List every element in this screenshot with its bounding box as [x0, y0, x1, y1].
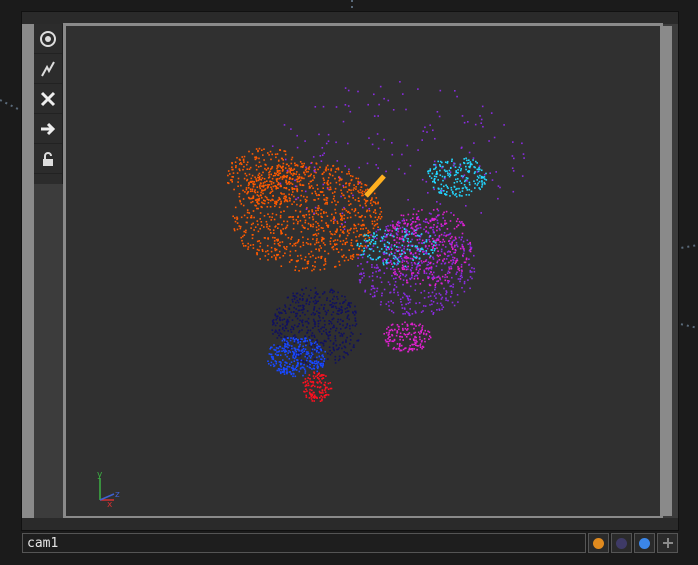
camera-node-panel[interactable]: y x z	[22, 12, 678, 530]
node-flags	[588, 533, 678, 553]
output-connector[interactable]	[662, 26, 672, 516]
blue-dot-icon[interactable]	[634, 533, 655, 553]
axis-x-label: x	[107, 500, 113, 508]
purple-dot-icon[interactable]	[611, 533, 632, 553]
axis-y-label: y	[97, 470, 103, 480]
particle-cloud	[227, 81, 525, 402]
arrow-right-icon[interactable]	[34, 114, 62, 144]
camera-viewport[interactable]: y x z	[63, 23, 663, 519]
axis-gizmo: y x z	[97, 470, 120, 508]
plus-icon[interactable]	[657, 533, 678, 553]
lock-icon[interactable]	[34, 144, 62, 174]
viewer-toolbar	[34, 24, 63, 184]
node-footer	[22, 518, 678, 530]
orange-dot-icon[interactable]	[588, 533, 609, 553]
input-connector[interactable]	[22, 24, 34, 530]
node-header[interactable]	[22, 12, 678, 24]
lightning-icon[interactable]	[34, 54, 62, 84]
target-icon[interactable]	[34, 24, 62, 54]
axis-z-label: z	[115, 490, 120, 500]
node-name-field[interactable]: cam1	[22, 533, 586, 553]
close-icon[interactable]	[34, 84, 62, 114]
